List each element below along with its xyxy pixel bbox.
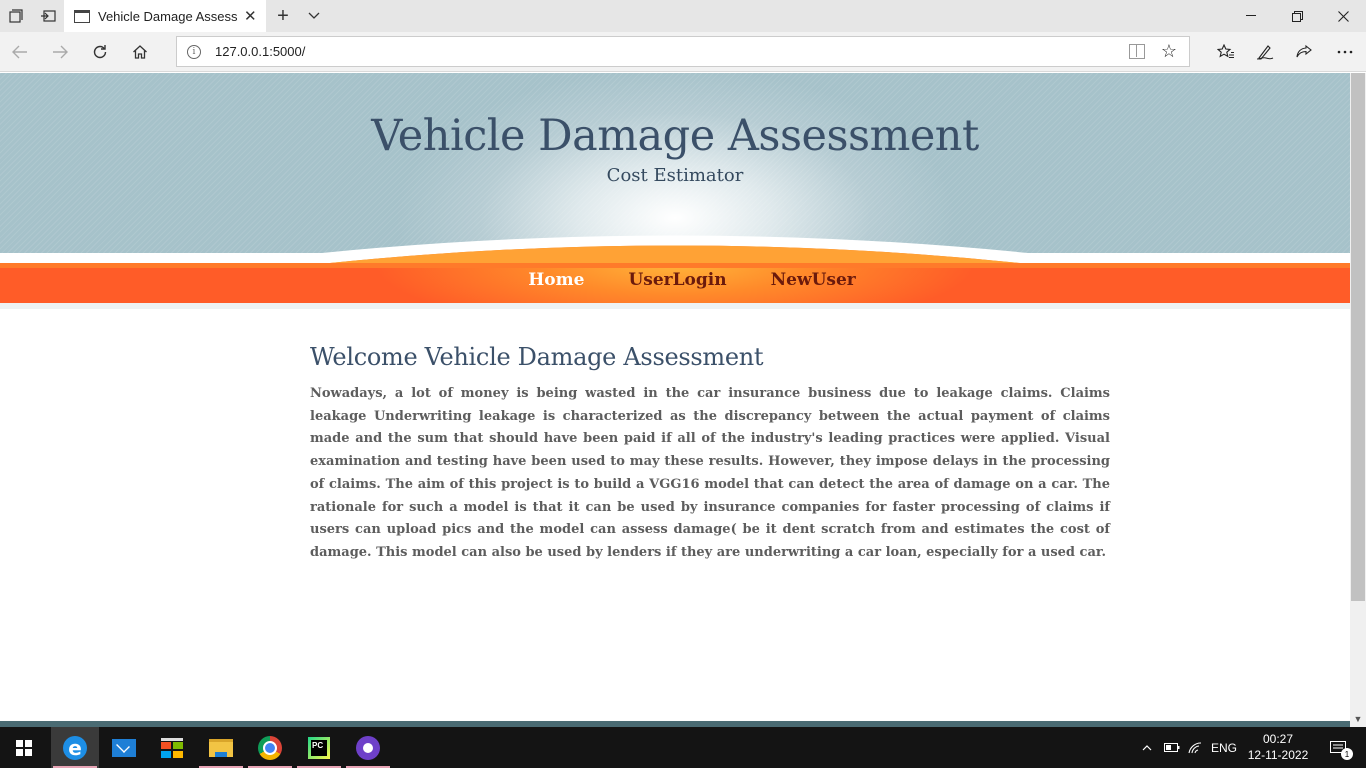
more-icon[interactable] bbox=[1326, 36, 1364, 68]
pycharm-label: PC bbox=[311, 739, 327, 756]
site-title: Vehicle Damage Assessment bbox=[371, 111, 979, 161]
home-icon[interactable] bbox=[124, 36, 156, 68]
tab-preview-icon[interactable] bbox=[0, 0, 32, 32]
menu-bottom-strip bbox=[0, 303, 1350, 309]
site-subtitle: Cost Estimator bbox=[606, 165, 744, 186]
refresh-icon[interactable] bbox=[84, 36, 116, 68]
scrollbar-thumb[interactable] bbox=[1351, 73, 1365, 601]
mail-icon[interactable] bbox=[100, 727, 148, 768]
site-info-icon[interactable]: i bbox=[187, 44, 201, 59]
share-icon[interactable] bbox=[1285, 36, 1323, 68]
menu-arc-divider bbox=[0, 235, 1350, 268]
browser-tab-bar: Vehicle Damage Assessment ✕ + bbox=[0, 0, 1366, 32]
main-content: Welcome Vehicle Damage Assessment Nowada… bbox=[310, 343, 1110, 565]
notification-count: 1 bbox=[1341, 748, 1353, 760]
star-icon[interactable]: ☆ bbox=[1161, 41, 1177, 62]
chrome-icon[interactable] bbox=[246, 727, 294, 768]
github-desktop-icon[interactable] bbox=[344, 727, 392, 768]
clock-time: 00:27 bbox=[1262, 732, 1294, 746]
notification-icon[interactable]: 1 bbox=[1322, 727, 1354, 768]
forward-arrow-icon[interactable] bbox=[44, 36, 76, 68]
back-arrow-icon[interactable] bbox=[4, 36, 36, 68]
battery-icon[interactable] bbox=[1162, 727, 1182, 768]
intro-paragraph: Nowadays, a lot of money is being wasted… bbox=[310, 386, 1110, 560]
address-bar[interactable]: i 127.0.0.1:5000/ ☆ bbox=[176, 36, 1190, 67]
web-page: Vehicle Damage Assessment Cost Estimator… bbox=[0, 73, 1350, 727]
pycharm-icon[interactable]: PC bbox=[295, 727, 343, 768]
windows-taskbar: e PC ENG 00:27 12-11-2022 1 bbox=[0, 727, 1366, 768]
wifi-icon[interactable] bbox=[1186, 727, 1206, 768]
pen-icon[interactable] bbox=[1246, 36, 1284, 68]
scroll-down-icon[interactable]: ▼ bbox=[1350, 711, 1366, 727]
set-aside-tabs-icon[interactable] bbox=[32, 0, 64, 32]
page-scrollbar[interactable]: ▲ ▼ bbox=[1350, 73, 1366, 727]
edge-icon[interactable]: e bbox=[51, 727, 99, 768]
browser-toolbar: i 127.0.0.1:5000/ ☆ bbox=[0, 32, 1366, 72]
tab-title: Vehicle Damage Assessment bbox=[98, 8, 238, 24]
tray-chevron-icon[interactable] bbox=[1138, 727, 1156, 768]
system-clock[interactable]: 00:27 12-11-2022 bbox=[1240, 731, 1316, 763]
file-explorer-icon[interactable] bbox=[197, 727, 245, 768]
reading-view-icon[interactable] bbox=[1129, 44, 1145, 59]
clock-date: 12-11-2022 bbox=[1247, 748, 1309, 762]
browser-tab[interactable]: Vehicle Damage Assessment ✕ bbox=[64, 0, 266, 32]
page-icon bbox=[74, 9, 90, 23]
close-window-icon[interactable] bbox=[1320, 0, 1366, 32]
store-icon[interactable] bbox=[148, 727, 196, 768]
nav-link-newuser[interactable]: NewUser bbox=[771, 270, 856, 290]
close-tab-icon[interactable]: ✕ bbox=[244, 7, 257, 25]
main-nav: Home UserLogin NewUser bbox=[0, 270, 1350, 290]
page-heading: Welcome Vehicle Damage Assessment bbox=[310, 343, 764, 371]
language-indicator[interactable]: ENG bbox=[1210, 727, 1238, 768]
new-tab-icon[interactable]: + bbox=[268, 0, 298, 32]
tab-list-chevron-icon[interactable] bbox=[300, 0, 328, 32]
nav-link-home[interactable]: Home bbox=[528, 270, 584, 290]
start-icon[interactable] bbox=[0, 727, 48, 768]
favorites-hub-icon[interactable] bbox=[1207, 36, 1245, 68]
nav-link-userlogin[interactable]: UserLogin bbox=[628, 270, 726, 290]
url-text[interactable]: 127.0.0.1:5000/ bbox=[215, 44, 305, 59]
restore-icon[interactable] bbox=[1274, 0, 1320, 32]
minimize-icon[interactable] bbox=[1228, 0, 1274, 32]
